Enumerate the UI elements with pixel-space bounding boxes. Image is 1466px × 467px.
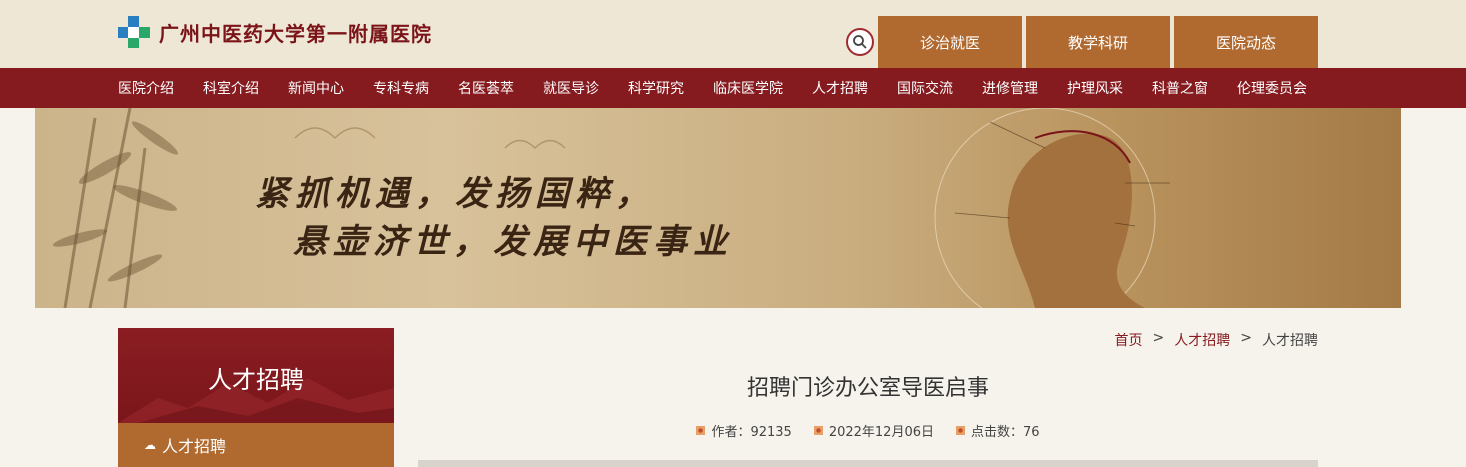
article-title: 招聘门诊办公室导医启事 xyxy=(746,376,989,401)
breadcrumb-level1[interactable]: 人才招聘 xyxy=(1174,330,1230,350)
breadcrumb-separator: > xyxy=(1240,330,1252,346)
nav-item-science-popular[interactable]: 科普之窗 xyxy=(1152,78,1208,98)
article-author: 作者：92135 xyxy=(711,425,792,440)
sidebar-title: 人才招聘 xyxy=(208,366,304,394)
nav-item-guide[interactable]: 就医导诊 xyxy=(543,78,599,98)
nav-item-nursing[interactable]: 护理风采 xyxy=(1067,78,1123,98)
nav-item-clinical-college[interactable]: 临床医学院 xyxy=(713,78,783,98)
nav-item-recruitment[interactable]: 人才招聘 xyxy=(812,78,868,98)
cloud-icon: ☁ xyxy=(144,438,156,452)
nav-item-news[interactable]: 新闻中心 xyxy=(288,78,344,98)
quick-tab-diagnosis[interactable]: 诊治就医 xyxy=(878,16,1022,68)
quick-tab-news[interactable]: 医院动态 xyxy=(1174,16,1318,68)
site-header: 广州中医药大学第一附属医院 诊治就医 教学科研 医院动态 xyxy=(0,0,1466,68)
nav-item-hospital-intro[interactable]: 医院介绍 xyxy=(118,78,174,98)
bullet-icon xyxy=(813,426,823,435)
hero-banner: 紧抓机遇，发扬国粹， 悬壶济世，发展中医事业 xyxy=(35,108,1401,308)
breadcrumb-current: 人才招聘 xyxy=(1262,333,1318,349)
logo-icon xyxy=(117,15,151,49)
nav-item-training[interactable]: 进修管理 xyxy=(982,78,1038,98)
sidebar-item-recruitment[interactable]: ☁ 人才招聘 xyxy=(118,423,394,467)
nav-item-departments[interactable]: 科室介绍 xyxy=(203,78,259,98)
breadcrumb-home[interactable]: 首页 xyxy=(1115,330,1143,350)
bullet-icon xyxy=(955,426,965,435)
hospital-logo[interactable]: 广州中医药大学第一附属医院 xyxy=(117,14,432,50)
nav-item-international[interactable]: 国际交流 xyxy=(897,78,953,98)
nav-item-doctors[interactable]: 名医荟萃 xyxy=(458,78,514,98)
article-views: 点击数：76 xyxy=(970,425,1040,440)
article-meta: 作者：92135 2022年12月06日 点击数：76 xyxy=(418,421,1318,440)
main-nav: 医院介绍 科室介绍 新闻中心 专科专病 名医荟萃 就医导诊 科学研究 临床医学院… xyxy=(0,68,1466,108)
search-icon xyxy=(853,35,867,49)
banner-slogan-line1: 紧抓机遇，发扬国粹， xyxy=(255,174,655,214)
quick-tab-teaching[interactable]: 教学科研 xyxy=(1026,16,1170,68)
search-button[interactable] xyxy=(846,28,874,56)
nav-item-specialties[interactable]: 专科专病 xyxy=(373,78,429,98)
sidebar-item-label: 人才招聘 xyxy=(162,437,227,456)
breadcrumb: 首页 > 人才招聘 > 人才招聘 xyxy=(1115,330,1318,350)
banner-decoration xyxy=(52,108,1170,308)
article-date: 2022年12月06日 xyxy=(828,425,934,440)
banner-slogan-line2: 悬壶济世，发展中医事业 xyxy=(293,222,733,262)
breadcrumb-separator: > xyxy=(1152,330,1165,346)
sidebar-header: 人才招聘 xyxy=(118,328,394,423)
nav-item-ethics[interactable]: 伦理委员会 xyxy=(1237,78,1307,98)
nav-item-research[interactable]: 科学研究 xyxy=(628,78,684,98)
bullet-icon xyxy=(696,426,706,435)
sidebar: 人才招聘 ☁ 人才招聘 xyxy=(118,328,394,467)
article-body-divider xyxy=(418,460,1318,467)
hospital-name: 广州中医药大学第一附属医院 xyxy=(159,21,432,46)
